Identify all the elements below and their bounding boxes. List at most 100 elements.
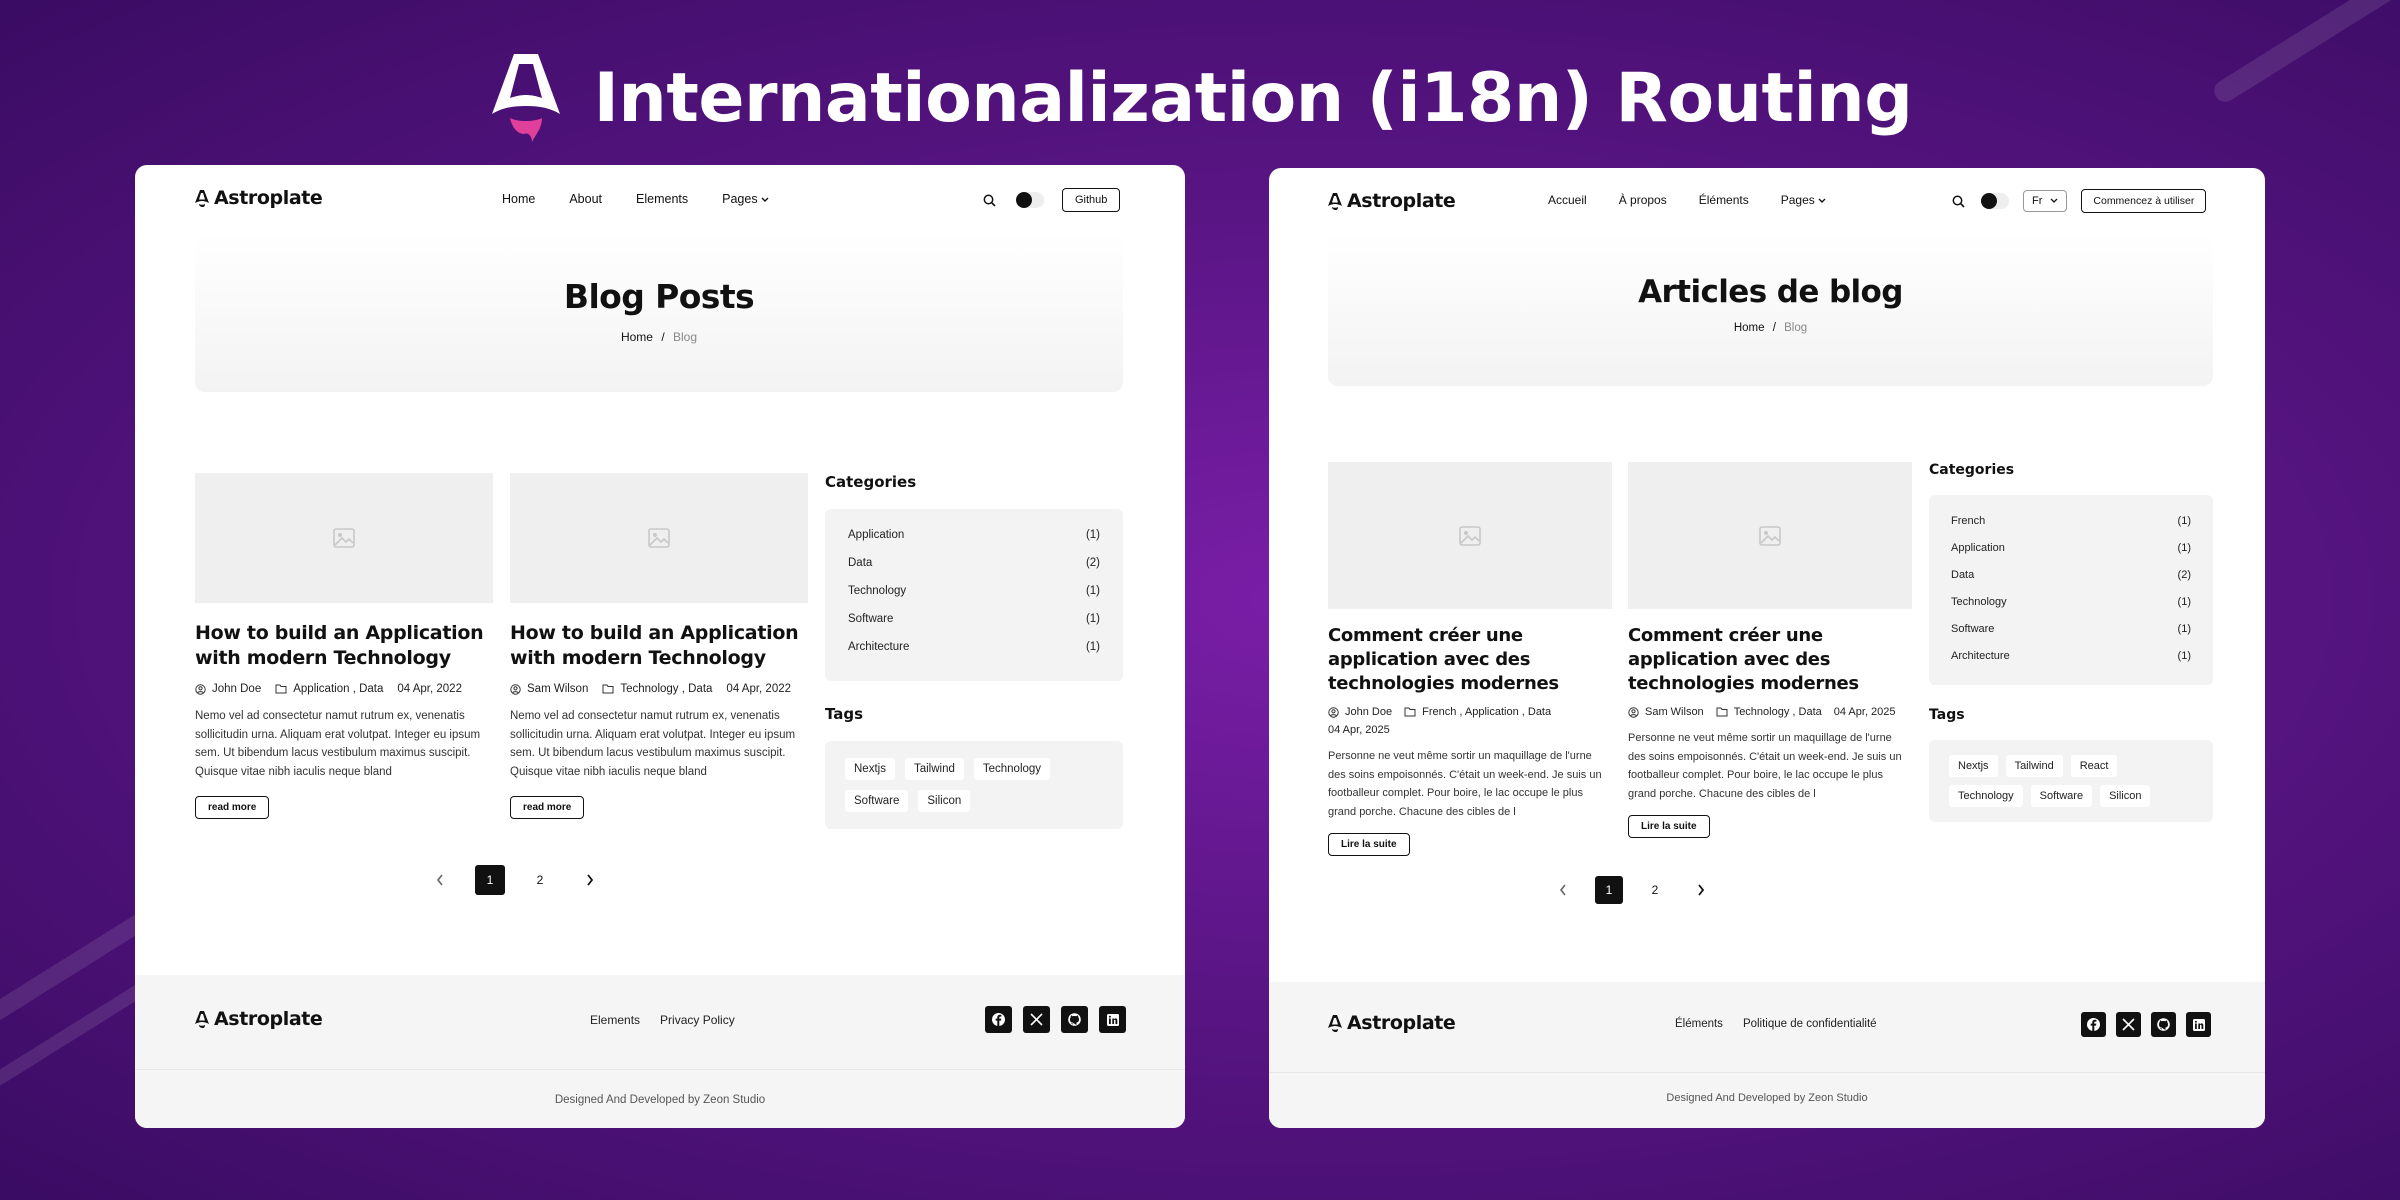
footer-link-privacy[interactable]: Privacy Policy xyxy=(660,1013,735,1027)
get-started-button[interactable]: Commencez à utiliser xyxy=(2081,189,2207,213)
post-categories[interactable]: Technology , Data xyxy=(1734,706,1822,718)
category-item[interactable]: Application (1) xyxy=(848,529,1100,541)
categories-heading: Categories xyxy=(825,473,917,491)
sidebar: Categories French (1) Application (1) Data… xyxy=(1929,462,2213,822)
page-number[interactable]: 2 xyxy=(1641,876,1669,904)
facebook-icon[interactable] xyxy=(985,1006,1012,1033)
category-item[interactable]: Data (2) xyxy=(1951,569,2191,581)
nav-home[interactable]: Accueil xyxy=(1548,193,1587,207)
post-author[interactable]: John Doe xyxy=(212,683,261,695)
tag-item[interactable]: Nextjs xyxy=(1949,755,1998,777)
read-more-button[interactable]: read more xyxy=(510,796,585,819)
footer-link-elements[interactable]: Éléments xyxy=(1675,1018,1723,1030)
category-item[interactable]: Architecture (1) xyxy=(848,641,1100,653)
nav-pages[interactable]: Pages xyxy=(1781,193,1826,207)
post-title[interactable]: Comment créer une application avec des t… xyxy=(1628,624,1912,696)
chevron-left-icon[interactable] xyxy=(1549,876,1577,904)
language-select[interactable]: Fr xyxy=(2023,190,2068,212)
tag-item[interactable]: Nextjs xyxy=(845,758,895,780)
footer-logo[interactable]: Astroplate xyxy=(1328,1012,1456,1034)
post-thumbnail[interactable] xyxy=(195,473,493,603)
category-item[interactable]: Application (1) xyxy=(1951,542,2191,554)
astro-logo-icon xyxy=(1328,192,1342,210)
tag-item[interactable]: Silicon xyxy=(918,790,971,812)
post-author[interactable]: Sam Wilson xyxy=(527,683,588,695)
tag-item[interactable]: Technology xyxy=(973,758,1051,780)
category-item[interactable]: Technology (1) xyxy=(1951,596,2191,608)
category-item[interactable]: Software (1) xyxy=(1951,623,2191,635)
read-more-button[interactable]: Lire la suite xyxy=(1328,833,1410,856)
site-logo[interactable]: Astroplate xyxy=(195,187,323,209)
categories-list: French (1) Application (1) Data (2) Technol… xyxy=(1929,495,2213,685)
post-title[interactable]: How to build an Application with modern … xyxy=(195,621,493,671)
page-number-current[interactable]: 1 xyxy=(1595,876,1623,904)
nav-pages[interactable]: Pages xyxy=(722,192,769,206)
tag-item[interactable]: Software xyxy=(845,790,909,812)
category-name: Technology xyxy=(1951,596,2007,608)
french-site-panel: Astroplate Accueil À propos Éléments Pag… xyxy=(1269,168,2265,1128)
breadcrumb-home[interactable]: Home xyxy=(621,330,653,344)
tags-list: Nextjs Tailwind Technology Software Sili… xyxy=(825,741,1123,829)
theme-toggle[interactable] xyxy=(1981,193,2009,209)
post-author[interactable]: John Doe xyxy=(1345,706,1392,718)
chevron-left-icon[interactable] xyxy=(425,865,455,895)
read-more-button[interactable]: read more xyxy=(195,796,270,819)
x-icon[interactable] xyxy=(1023,1006,1050,1033)
nav-elements[interactable]: Éléments xyxy=(1699,193,1749,207)
search-icon[interactable] xyxy=(1949,192,1967,210)
category-name: Software xyxy=(848,613,894,625)
footer-link-privacy[interactable]: Politique de confidentialité xyxy=(1743,1018,1877,1030)
tag-item[interactable]: Tailwind xyxy=(904,758,964,780)
nav-about[interactable]: About xyxy=(569,192,602,206)
post-categories[interactable]: Application , Data xyxy=(293,683,383,695)
category-name: Architecture xyxy=(848,641,910,653)
linkedin-icon[interactable] xyxy=(2186,1012,2211,1037)
banner: Internationalization (i18n) Routing xyxy=(0,48,2400,148)
theme-toggle-icon xyxy=(1016,192,1032,208)
post-thumbnail[interactable] xyxy=(510,473,808,603)
nav-about[interactable]: À propos xyxy=(1619,193,1667,207)
chevron-right-icon[interactable] xyxy=(1687,876,1715,904)
theme-toggle[interactable] xyxy=(1016,192,1044,208)
site-logo[interactable]: Astroplate xyxy=(1328,190,1456,212)
category-item[interactable]: French (1) xyxy=(1951,515,2191,527)
tag-item[interactable]: Technology xyxy=(1949,785,2023,807)
chevron-down-icon xyxy=(761,197,769,202)
category-item[interactable]: Data (2) xyxy=(848,557,1100,569)
page-number[interactable]: 2 xyxy=(525,865,555,895)
github-icon[interactable] xyxy=(2151,1012,2176,1037)
post-title[interactable]: Comment créer une application avec des t… xyxy=(1328,624,1612,696)
header-tools: Github xyxy=(980,188,1121,212)
tag-item[interactable]: Silicon xyxy=(2100,785,2151,807)
nav-home[interactable]: Home xyxy=(502,192,535,206)
nav-elements[interactable]: Elements xyxy=(636,192,688,206)
github-icon[interactable] xyxy=(1061,1006,1088,1033)
post-categories[interactable]: French , Application , Data xyxy=(1422,706,1551,718)
copyright: Designed And Developed by Zeon Studio xyxy=(554,1094,766,1106)
brand-name: Astroplate xyxy=(1347,1012,1456,1034)
search-icon[interactable] xyxy=(980,191,998,209)
breadcrumb-home[interactable]: Home xyxy=(1734,322,1765,334)
tag-item[interactable]: Software xyxy=(2030,785,2093,807)
read-more-button[interactable]: Lire la suite xyxy=(1628,815,1710,838)
x-icon[interactable] xyxy=(2116,1012,2141,1037)
post-categories[interactable]: Technology , Data xyxy=(620,683,712,695)
category-item[interactable]: Architecture (1) xyxy=(1951,650,2191,662)
chevron-right-icon[interactable] xyxy=(575,865,605,895)
folder-icon xyxy=(1404,707,1416,717)
category-item[interactable]: Technology (1) xyxy=(848,585,1100,597)
post-thumbnail[interactable] xyxy=(1328,462,1612,609)
theme-toggle-icon xyxy=(1981,193,1997,209)
github-button[interactable]: Github xyxy=(1062,188,1121,212)
footer-link-elements[interactable]: Elements xyxy=(590,1013,640,1027)
category-item[interactable]: Software (1) xyxy=(848,613,1100,625)
tag-item[interactable]: React xyxy=(2070,755,2118,777)
tag-item[interactable]: Tailwind xyxy=(2005,755,2063,777)
footer-logo[interactable]: Astroplate xyxy=(195,1008,323,1030)
facebook-icon[interactable] xyxy=(2081,1012,2106,1037)
linkedin-icon[interactable] xyxy=(1099,1006,1126,1033)
post-title[interactable]: How to build an Application with modern … xyxy=(510,621,808,671)
post-author[interactable]: Sam Wilson xyxy=(1645,706,1704,718)
page-number-current[interactable]: 1 xyxy=(475,865,505,895)
post-thumbnail[interactable] xyxy=(1628,462,1912,609)
